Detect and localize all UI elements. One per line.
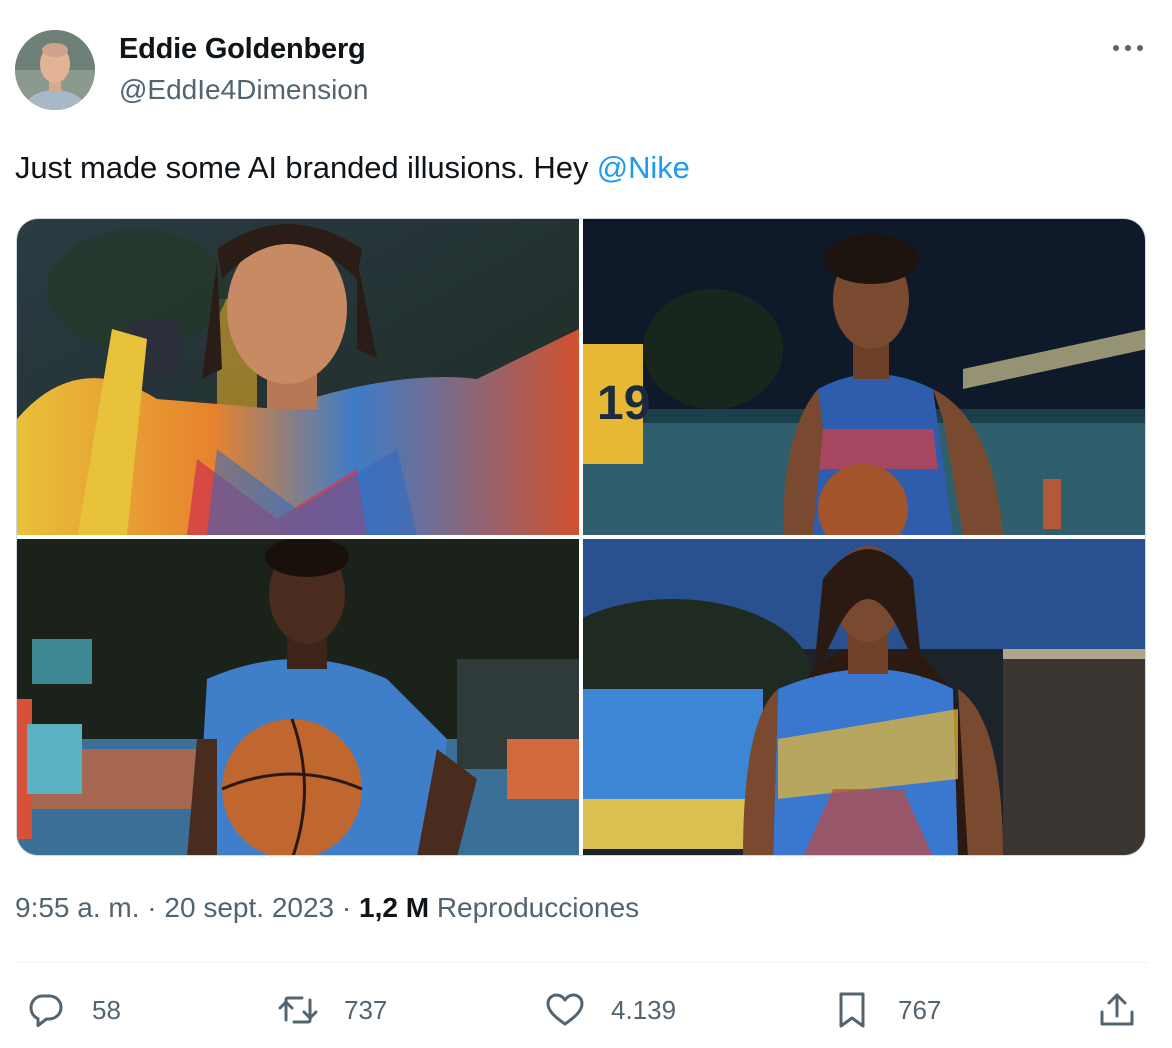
more-options-icon[interactable]	[1110, 36, 1146, 60]
photo-2[interactable]: 19	[583, 219, 1145, 535]
divider	[15, 962, 1148, 963]
retweet-count: 737	[344, 994, 388, 1025]
svg-text:19: 19	[597, 377, 650, 430]
like-button[interactable]: 4.139	[545, 990, 676, 1030]
reply-count: 58	[92, 994, 121, 1025]
retweet-icon	[278, 996, 318, 1024]
author-handle[interactable]: @EddIe4Dimension	[119, 74, 368, 106]
tweet-meta: 9:55 a. m. · 20 sept. 2023 · 1,2 M Repro…	[15, 892, 639, 924]
bookmark-count: 767	[898, 994, 942, 1025]
media-grid: 19	[16, 218, 1146, 856]
meta-separator-1: ·	[139, 892, 165, 923]
tweet-body: Just made some AI branded illusions. Hey	[15, 150, 597, 185]
views-label: Reproducciones	[436, 892, 640, 923]
share-button[interactable]	[1097, 990, 1137, 1030]
mention-link[interactable]: @Nike	[597, 150, 690, 185]
tweet-date[interactable]: 20 sept. 2023	[164, 892, 334, 923]
reply-button[interactable]: 58	[26, 990, 121, 1030]
photo-3[interactable]	[17, 539, 579, 855]
author-name[interactable]: Eddie Goldenberg	[119, 33, 366, 66]
photo-1[interactable]	[17, 219, 579, 535]
author-avatar[interactable]	[15, 30, 95, 110]
tweet-time[interactable]: 9:55 a. m.	[15, 892, 140, 923]
bookmark-icon	[839, 992, 865, 1028]
photo-4[interactable]	[583, 539, 1145, 855]
user-avatar-icon	[15, 30, 95, 110]
reply-icon	[29, 994, 63, 1027]
retweet-button[interactable]: 737	[278, 990, 387, 1030]
views-count: 1,2 M	[359, 892, 430, 923]
share-icon	[1100, 993, 1134, 1026]
meta-separator-2: ·	[334, 892, 359, 923]
heart-icon	[546, 993, 584, 1026]
bookmark-button[interactable]: 767	[832, 990, 941, 1030]
like-count: 4.139	[611, 994, 677, 1025]
tweet-text: Just made some AI branded illusions. Hey…	[15, 150, 690, 186]
